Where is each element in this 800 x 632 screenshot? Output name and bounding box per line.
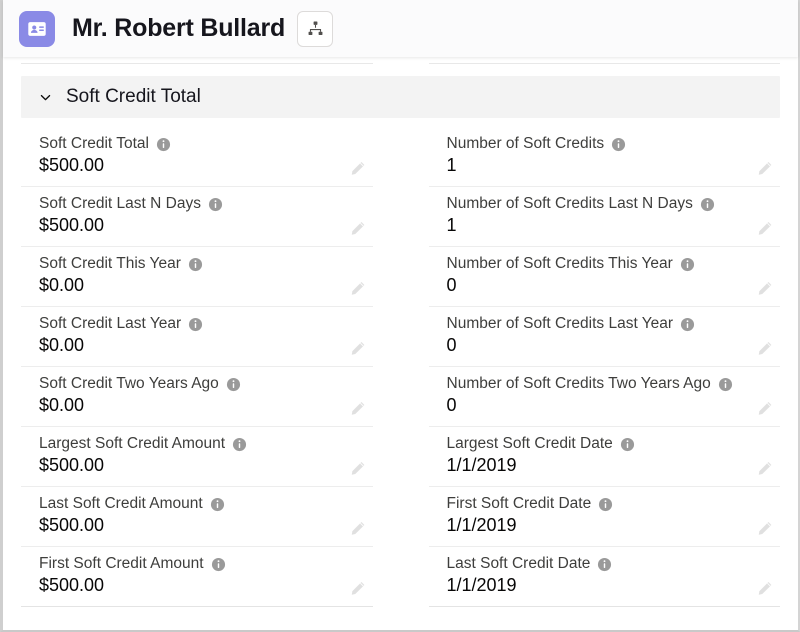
field-value: $500.00 (39, 215, 105, 235)
field-row: Number of Soft Credits This Year 0 (428, 247, 780, 307)
pencil-icon[interactable] (757, 339, 774, 356)
pencil-icon[interactable] (350, 519, 367, 536)
field-row: Last Soft Credit Amount $500.00 (21, 487, 373, 547)
chevron-down-icon[interactable] (37, 89, 53, 105)
hierarchy-icon (308, 21, 323, 36)
field-label: Number of Soft Credits This Year (446, 255, 673, 272)
field-row: Number of Soft Credits 1 (428, 127, 780, 187)
field-value: $500.00 (39, 575, 105, 595)
field-row: Number of Soft Credits Two Years Ago 0 (428, 367, 780, 427)
field-value: $0.00 (39, 395, 85, 415)
field-value: 1/1/2019 (446, 515, 517, 535)
info-icon[interactable] (188, 257, 203, 272)
record-header: Mr. Robert Bullard (3, 0, 798, 57)
record-detail-page: Mr. Robert Bullard Soft Credit Total Sof… (0, 0, 800, 632)
field-row: First Soft Credit Date 1/1/2019 (428, 487, 780, 547)
field-label: Soft Credit Two Years Ago (39, 375, 219, 392)
field-label: Soft Credit Total (39, 135, 149, 152)
field-grid: Soft Credit Total $500.00 Soft Credit Last… (21, 118, 780, 607)
info-icon[interactable] (211, 557, 226, 572)
section-header-soft-credit-total[interactable]: Soft Credit Total (21, 76, 780, 118)
field-row: Soft Credit Last Year $0.00 (21, 307, 373, 367)
pencil-icon[interactable] (350, 459, 367, 476)
field-label: Soft Credit Last N Days (39, 195, 201, 212)
field-value: $0.00 (39, 275, 85, 295)
info-icon[interactable] (597, 557, 612, 572)
field-row: Number of Soft Credits Last Year 0 (428, 307, 780, 367)
field-label: Soft Credit This Year (39, 255, 181, 272)
pencil-icon[interactable] (757, 399, 774, 416)
field-label: Number of Soft Credits Last Year (446, 315, 674, 332)
info-icon[interactable] (611, 137, 626, 152)
field-row: Largest Soft Credit Date 1/1/2019 (428, 427, 780, 487)
clipped-field-right (428, 57, 780, 64)
info-icon[interactable] (226, 377, 241, 392)
field-value: $500.00 (39, 515, 105, 535)
field-label: Last Soft Credit Amount (39, 495, 203, 512)
pencil-icon[interactable] (757, 459, 774, 476)
pencil-icon[interactable] (350, 279, 367, 296)
field-row: Soft Credit Two Years Ago $0.00 (21, 367, 373, 427)
field-value: $0.00 (39, 335, 85, 355)
info-icon[interactable] (232, 437, 247, 452)
hierarchy-icon-button[interactable] (297, 10, 334, 47)
field-row: Last Soft Credit Date 1/1/2019 (428, 547, 780, 607)
record-detail-body: Soft Credit Total Soft Credit Total $500.… (3, 57, 798, 607)
pencil-icon[interactable] (757, 519, 774, 536)
page-title: Mr. Robert Bullard (72, 14, 286, 42)
info-icon[interactable] (680, 257, 695, 272)
field-row: Soft Credit This Year $0.00 (21, 247, 373, 307)
pencil-icon[interactable] (350, 219, 367, 236)
info-icon[interactable] (156, 137, 171, 152)
pencil-icon[interactable] (757, 579, 774, 596)
field-label: Last Soft Credit Date (446, 555, 591, 572)
info-icon[interactable] (620, 437, 635, 452)
field-column-right: Number of Soft Credits 1 Number of Soft Cr… (428, 127, 780, 607)
clipped-field-left (21, 57, 373, 64)
pencil-icon[interactable] (350, 399, 367, 416)
field-row: Soft Credit Last N Days $500.00 (21, 187, 373, 247)
field-label: Largest Soft Credit Amount (39, 435, 226, 452)
info-icon[interactable] (598, 497, 613, 512)
contact-card-icon (19, 10, 55, 47)
field-label: Number of Soft Credits Last N Days (446, 195, 693, 212)
info-icon[interactable] (188, 317, 203, 332)
pencil-icon[interactable] (350, 579, 367, 596)
info-icon[interactable] (208, 197, 223, 212)
field-row: Soft Credit Total $500.00 (21, 127, 373, 187)
pencil-icon[interactable] (757, 279, 774, 296)
field-row: Largest Soft Credit Amount $500.00 (21, 427, 373, 487)
field-value: 1/1/2019 (446, 575, 517, 595)
pencil-icon[interactable] (350, 339, 367, 356)
field-row: First Soft Credit Amount $500.00 (21, 547, 373, 607)
field-label: Number of Soft Credits Two Years Ago (446, 375, 711, 392)
field-row: Number of Soft Credits Last N Days 1 (428, 187, 780, 247)
info-icon[interactable] (700, 197, 715, 212)
section-title: Soft Credit Total (66, 86, 201, 107)
field-value: 0 (446, 395, 457, 415)
pencil-icon[interactable] (757, 219, 774, 236)
field-label: Soft Credit Last Year (39, 315, 182, 332)
field-label: First Soft Credit Amount (39, 555, 204, 572)
info-icon[interactable] (210, 497, 225, 512)
field-value: 0 (446, 335, 457, 355)
field-value: 1 (446, 155, 457, 175)
field-value: 1/1/2019 (446, 455, 517, 475)
pencil-icon[interactable] (350, 159, 367, 176)
field-value: 0 (446, 275, 457, 295)
field-value: 1 (446, 215, 457, 235)
field-label: First Soft Credit Date (446, 495, 592, 512)
field-label: Largest Soft Credit Date (446, 435, 613, 452)
field-column-left: Soft Credit Total $500.00 Soft Credit Last… (21, 127, 373, 607)
clipped-field-row (21, 57, 780, 65)
info-icon[interactable] (718, 377, 733, 392)
field-value: $500.00 (39, 155, 105, 175)
field-label: Number of Soft Credits (446, 135, 605, 152)
field-value: $500.00 (39, 455, 105, 475)
info-icon[interactable] (680, 317, 695, 332)
pencil-icon[interactable] (757, 159, 774, 176)
